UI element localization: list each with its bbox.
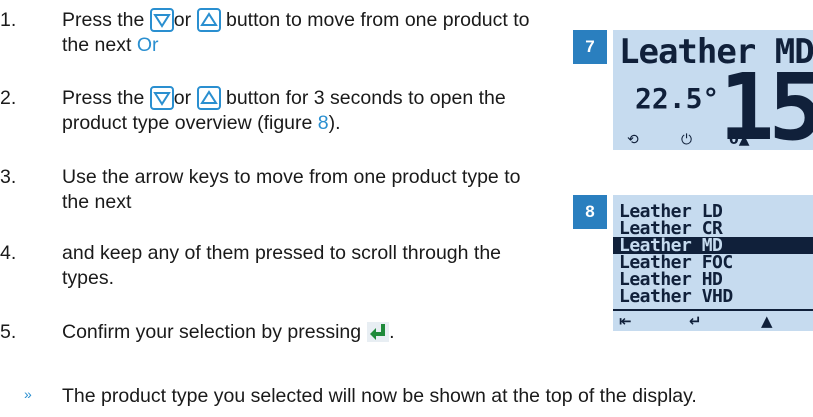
refresh-icon: ⟲ bbox=[627, 132, 639, 148]
step-number: 3. bbox=[0, 166, 17, 188]
down-button-icon bbox=[149, 8, 174, 32]
exit-icon: ⇤ bbox=[619, 312, 632, 330]
result-bullet: » bbox=[24, 386, 32, 402]
lcd-divider bbox=[613, 309, 813, 311]
figure-ref: 8 bbox=[317, 112, 329, 134]
step-number: 1. bbox=[0, 9, 17, 31]
up-button-icon bbox=[196, 8, 221, 32]
up-arrow-icon: ▲ bbox=[761, 312, 773, 330]
list-item: Leather VHD bbox=[619, 286, 733, 307]
step-text: Confirm your selection by pressing. bbox=[62, 320, 582, 349]
lcd-display: Leather MD 22.5° 15. ⟲ ⏻ 0▲ bbox=[613, 30, 813, 150]
enter-icon: ↵ bbox=[689, 312, 702, 330]
figure-label: 8 bbox=[573, 195, 607, 229]
or-link: Or bbox=[136, 34, 159, 56]
up-button-icon bbox=[196, 86, 221, 110]
step-text: Press the or button for 3 seconds to ope… bbox=[62, 86, 506, 134]
figure-7: 7 Leather MD 22.5° 15. ⟲ ⏻ 0▲ bbox=[573, 30, 813, 150]
lcd-display: Leather LD Leather CR Leather MD Leather… bbox=[613, 195, 813, 331]
figure-label: 7 bbox=[573, 30, 607, 64]
lcd-icon-bar: ⟲ ⏻ 0▲ bbox=[613, 128, 813, 150]
figure-8: 8 Leather LD Leather CR Leather MD Leath… bbox=[573, 195, 813, 331]
zero-icon: 0▲ bbox=[729, 132, 750, 148]
step-text: and keep any of them pressed to scroll t… bbox=[62, 242, 502, 289]
power-icon: ⏻ bbox=[681, 132, 693, 148]
step-number: 5. bbox=[0, 321, 17, 343]
step-text: Press the or button to move from one pro… bbox=[62, 8, 530, 56]
down-button-icon bbox=[149, 86, 174, 110]
temperature-reading: 22.5° bbox=[635, 82, 720, 115]
step-number: 4. bbox=[0, 242, 17, 264]
step-text: Use the arrow keys to move from one prod… bbox=[62, 166, 521, 213]
enter-icon bbox=[367, 322, 390, 349]
result-text: The product type you selected will now b… bbox=[62, 385, 697, 407]
step-number: 2. bbox=[0, 87, 17, 109]
